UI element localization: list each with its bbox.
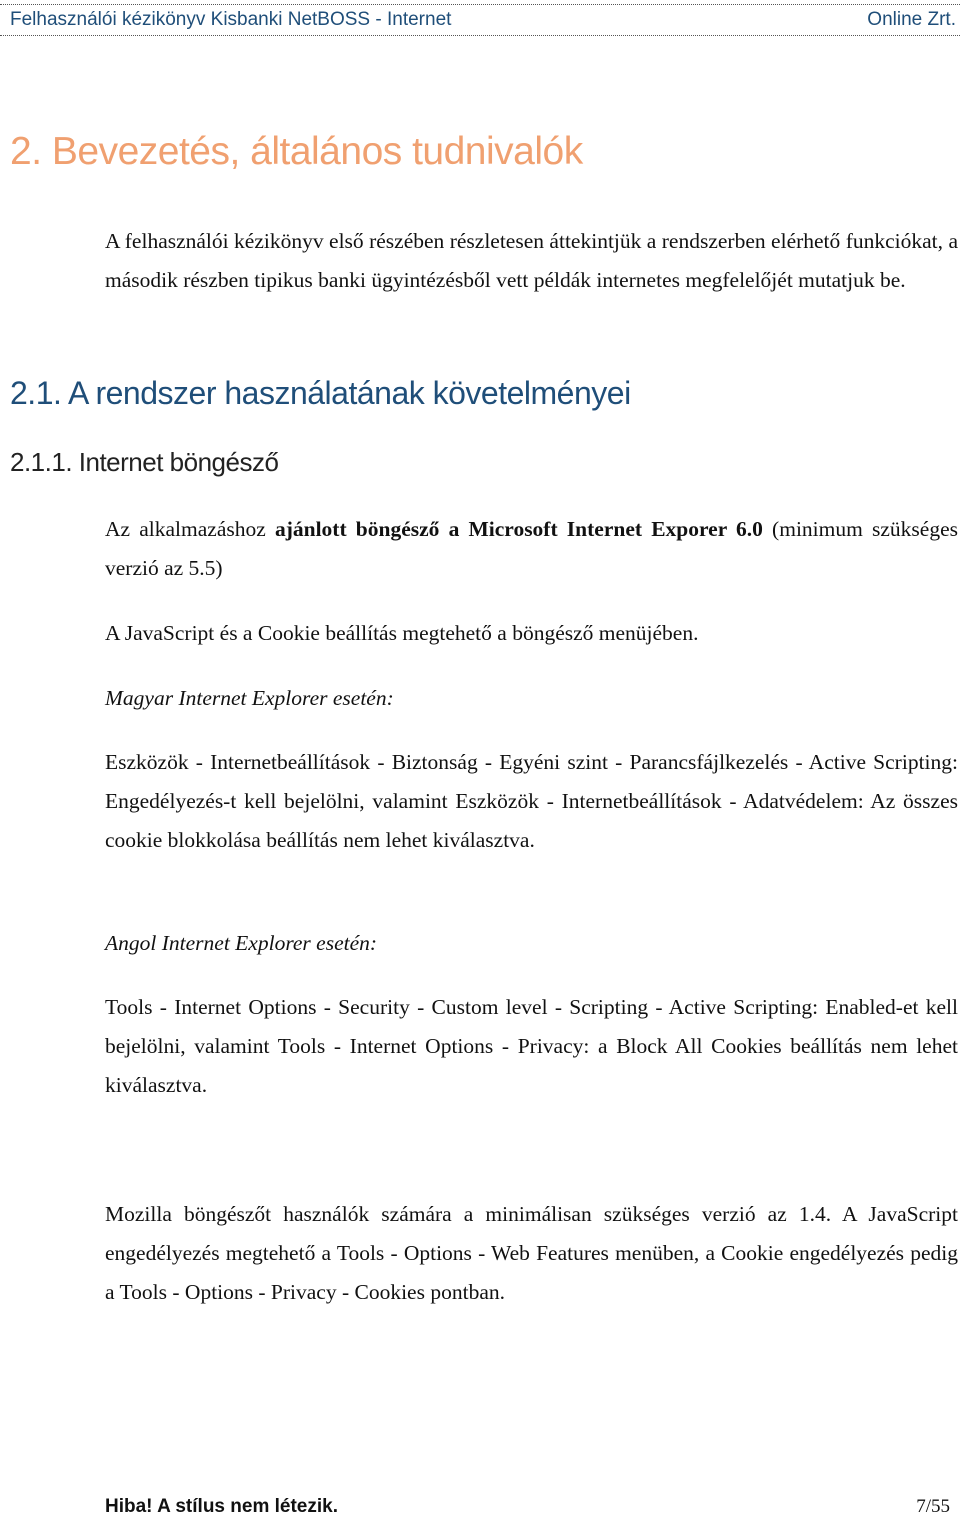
settings-paragraph: A JavaScript és a Cookie beállítás megte… [105,621,699,645]
footer-style-error: Hiba! A stílus nem létezik. [105,1496,338,1517]
section-heading: 2. Bevezetés, általános tudnivalók [10,130,583,173]
english-ie-label: Angol Internet Explorer esetén: [105,931,378,955]
subsubsection-heading: 2.1.1. Internet böngésző [10,447,279,477]
header-company: Online Zrt. [867,9,956,30]
recommendation-bold: ajánlott böngésző a Microsoft Internet E… [274,517,763,541]
footer-page-number: 7/55 [916,1496,950,1517]
recommendation-prefix: Az alkalmazáshoz [105,517,275,541]
hungarian-ie-instructions: Eszközök - Internetbeállítások - Biztons… [105,750,958,852]
english-ie-instructions: Tools - Internet Options - Security - Cu… [105,995,958,1097]
intro-paragraph: A felhasználói kézikönyv első részében r… [105,229,958,292]
browser-recommendation-paragraph: Az alkalmazáshoz ajánlott böngésző a Mic… [105,510,958,588]
mozilla-paragraph: Mozilla böngészőt használók számára a mi… [105,1202,958,1304]
subsection-heading: 2.1. A rendszer használatának követelmén… [10,375,631,411]
page-header: Felhasználói kézikönyv Kisbanki NetBOSS … [0,4,960,36]
hungarian-ie-label: Magyar Internet Explorer esetén: [105,686,394,710]
header-title: Felhasználói kézikönyv Kisbanki NetBOSS … [10,9,452,30]
